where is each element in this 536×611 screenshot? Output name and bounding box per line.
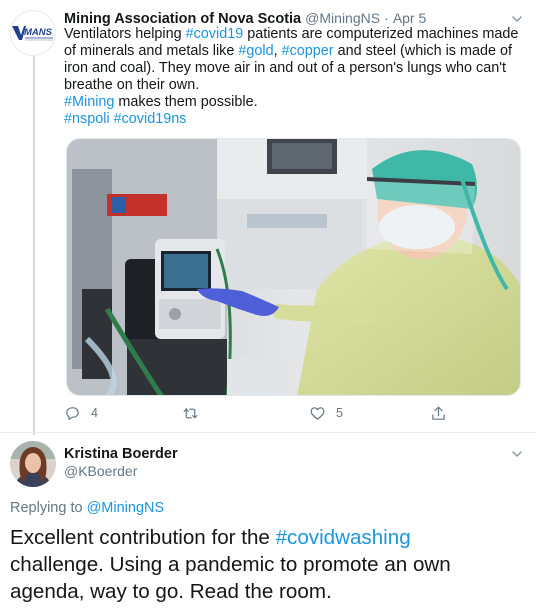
reply-count: 4 <box>91 406 98 420</box>
replying-to-handle[interactable]: @MiningNS <box>87 500 165 516</box>
author-name[interactable]: Mining Association of Nova Scotia <box>64 11 301 27</box>
ventilator-photo-image <box>67 139 520 395</box>
mans-logo-icon: MANS <box>12 26 53 41</box>
tweet-photo[interactable] <box>66 138 521 396</box>
tweet-text: Ventilators helping #covid19 patients ar… <box>64 26 522 128</box>
tweet-paragraph-3: #nspoli #covid19ns <box>64 111 522 128</box>
text-segment: Ventilators helping <box>64 26 186 42</box>
reply-icon <box>66 406 79 420</box>
hashtag-covid19[interactable]: #covid19 <box>186 26 244 42</box>
text-segment: challenge. Using a pandemic to promote a… <box>10 553 451 603</box>
tweet-paragraph-1: Ventilators helping #covid19 patients ar… <box>64 26 522 94</box>
tweet-actions: 4 5 <box>64 402 484 424</box>
replying-to: Replying to @MiningNS <box>10 498 164 518</box>
share-icon <box>432 406 445 420</box>
hashtag-mining[interactable]: #Mining <box>64 94 114 110</box>
replying-prefix: Replying to <box>10 500 87 516</box>
reply-author-avatar[interactable] <box>10 441 56 487</box>
like-button[interactable]: 5 <box>309 402 343 424</box>
chevron-down-icon <box>512 451 522 457</box>
svg-text:MANS: MANS <box>24 27 53 38</box>
reply-author-handle[interactable]: @KBoerder <box>64 461 137 481</box>
text-segment: , <box>273 43 282 59</box>
hashtag-nspoli[interactable]: #nspoli <box>64 111 110 127</box>
reply-text: Excellent contribution for the #covidwas… <box>10 524 530 605</box>
hashtag-gold[interactable]: #gold <box>238 43 273 59</box>
header-separator: · <box>384 10 389 26</box>
retweet-button[interactable] <box>182 402 209 424</box>
hashtag-copper[interactable]: #copper <box>282 43 334 59</box>
share-button[interactable] <box>430 402 447 424</box>
retweet-icon <box>183 407 198 418</box>
tweet-more-menu[interactable] <box>510 12 524 26</box>
chevron-down-icon <box>512 16 522 22</box>
tweet-date[interactable]: Apr 5 <box>393 10 426 26</box>
original-tweet[interactable]: MANS Mining Association of Nova Scotia @… <box>0 0 536 435</box>
tweet-divider <box>0 432 536 433</box>
reply-more-menu[interactable] <box>510 447 524 461</box>
hashtag-covidwashing[interactable]: #covidwashing <box>276 526 411 549</box>
heart-icon <box>310 406 325 420</box>
profile-photo-image <box>10 441 56 487</box>
like-count: 5 <box>336 406 343 420</box>
tweet-header: Mining Association of Nova Scotia @Minin… <box>64 8 504 28</box>
author-avatar[interactable]: MANS <box>10 10 56 56</box>
thread-line <box>33 47 35 435</box>
text-segment: Excellent contribution for the <box>10 526 276 549</box>
text-segment: makes them possible. <box>114 94 258 110</box>
hashtag-covid19ns[interactable]: #covid19ns <box>114 111 187 127</box>
tweet-paragraph-2: #Mining makes them possible. <box>64 94 522 111</box>
author-handle[interactable]: @MiningNS <box>305 10 380 26</box>
reply-button[interactable]: 4 <box>64 402 98 424</box>
